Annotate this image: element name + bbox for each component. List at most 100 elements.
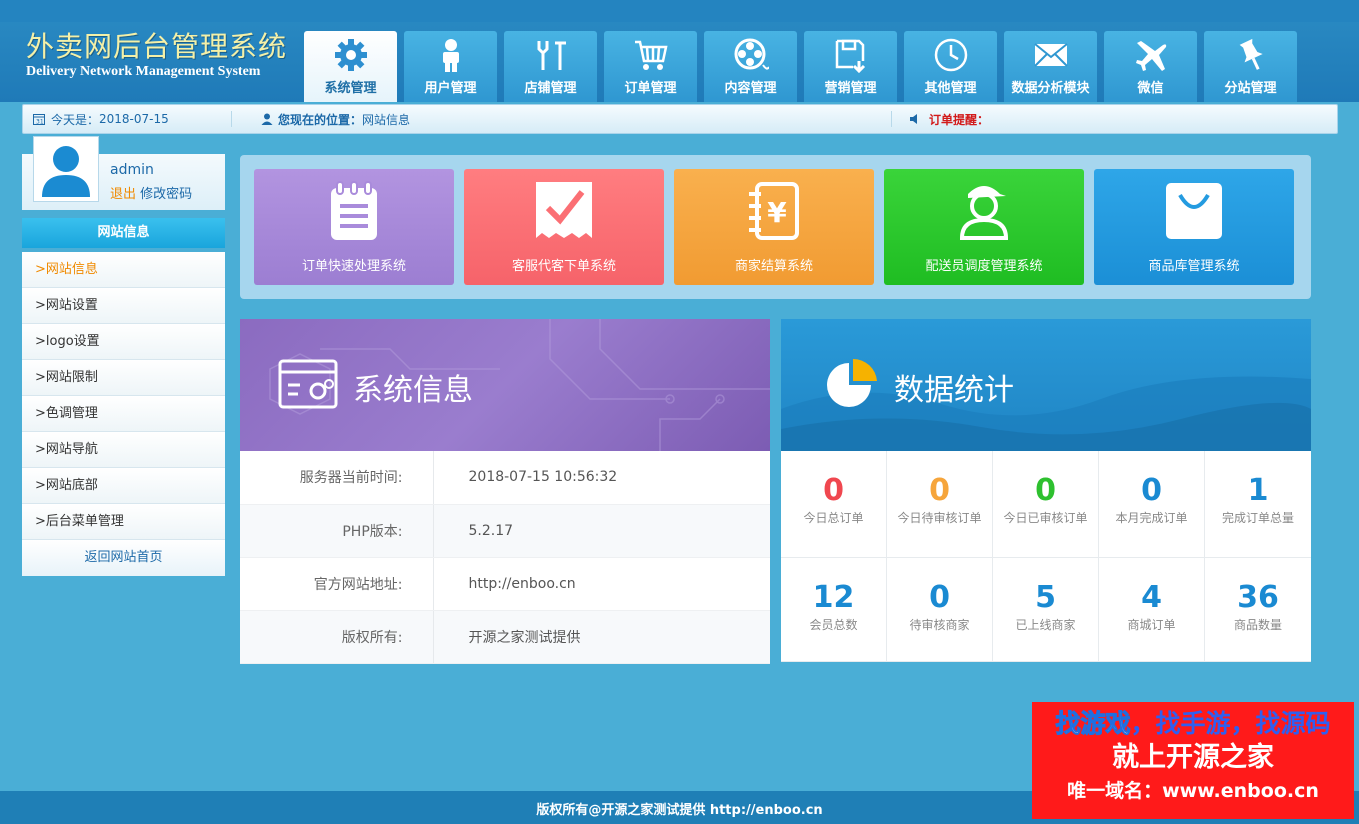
nav-marketing-management[interactable]: 营销管理 [804, 31, 897, 102]
nav-wechat[interactable]: 微信 [1104, 31, 1197, 102]
nav-label: 其他管理 [924, 81, 977, 96]
tile-order-quick-processing[interactable]: 订单快速处理系统 [254, 169, 454, 285]
data-stats-title: 数据统计 [894, 373, 1014, 408]
nav-label: 营销管理 [824, 81, 877, 96]
back-to-site-link[interactable]: 返回网站首页 [22, 540, 225, 576]
stat-mall-orders[interactable]: 4 商城订单 [1099, 558, 1205, 662]
stat-value: 0 [823, 473, 844, 508]
save-disk-icon [831, 37, 871, 73]
stat-total-members[interactable]: 12 会员总数 [781, 558, 887, 662]
stat-value: 0 [929, 580, 950, 615]
nav-label: 店铺管理 [524, 81, 577, 96]
promo-line-1-rest: ，找手游，找源码 [1130, 709, 1331, 738]
avatar [33, 136, 99, 202]
stat-label: 待审核商家 [909, 618, 970, 632]
current-location: 您现在的位置： 网站信息 [261, 105, 410, 133]
sidebar-item-site-restrictions[interactable]: >网站限制 [22, 360, 225, 396]
promo-line-3: 唯一域名：www.enboo.cn [1067, 780, 1319, 802]
calendar-icon: 31 [33, 114, 45, 126]
footer-copyright: 版权所有@开源之家测试提供 http://enboo.cn [536, 803, 823, 818]
stat-label: 商品数量 [1233, 618, 1282, 632]
promo-line-1: 找游戏，找手游，找源码 [1032, 708, 1354, 740]
nav-content-management[interactable]: 内容管理 [704, 31, 797, 102]
sidebar-item-site-footer[interactable]: >网站底部 [22, 468, 225, 504]
promo-line-1-highlight: 找游戏 [1055, 709, 1131, 739]
nav-label: 数据分析模块 [1011, 81, 1090, 96]
stat-value: 0 [929, 473, 950, 508]
table-row: 官方网站地址: http://enboo.cn [240, 557, 770, 611]
sidebar-item-color-management[interactable]: >色调管理 [22, 396, 225, 432]
stat-label: 已上线商家 [1015, 618, 1076, 632]
logo[interactable]: 外卖网后台管理系统 Delivery Network Management Sy… [26, 30, 287, 80]
row-value: http://enboo.cn [433, 557, 770, 611]
airplane-icon [1131, 37, 1171, 73]
stat-total-completed-orders[interactable]: 1 完成订单总量 [1205, 451, 1311, 558]
envelope-icon [1031, 37, 1071, 73]
user-name: admin [110, 162, 154, 178]
stat-month-completed-orders[interactable]: 0 本月完成订单 [1099, 451, 1205, 558]
location-value[interactable]: 网站信息 [362, 111, 410, 128]
stat-pending-merchants[interactable]: 0 待审核商家 [887, 558, 993, 662]
sidebar-item-logo-settings[interactable]: >logo设置 [22, 324, 225, 360]
nav-order-management[interactable]: 订单管理 [604, 31, 697, 102]
sidebar-title: 网站信息 [22, 218, 225, 248]
logo-title-cn: 外卖网后台管理系统 [26, 30, 288, 63]
today-date: 31 今天是： 2018-07-15 [33, 105, 169, 133]
system-info-panel: 系统信息 服务器当前时间: 2018-07-15 10:56:32 PHP版本: 5… [240, 319, 770, 664]
change-password-link[interactable]: 修改密码 [140, 187, 192, 202]
order-alert: 订单提醒： [909, 105, 989, 133]
sidebar-item-admin-menu[interactable]: >后台菜单管理 [22, 504, 225, 540]
stat-today-total-orders[interactable]: 0 今日总订单 [781, 451, 887, 558]
stat-value: 4 [1141, 580, 1162, 615]
yen-notebook-icon: ¥ [744, 179, 804, 243]
stat-today-approved-orders[interactable]: 0 今日已审核订单 [993, 451, 1099, 558]
tile-product-library[interactable]: 商品库管理系统 [1094, 169, 1294, 285]
svg-text:31: 31 [36, 119, 44, 126]
pie-chart-icon [821, 355, 881, 419]
stat-value: 0 [1141, 473, 1162, 508]
tile-merchant-settlement[interactable]: ¥ 商家结算系统 [674, 169, 874, 285]
stat-product-count[interactable]: 36 商品数量 [1205, 558, 1311, 662]
logout-link[interactable]: 退出 [110, 187, 136, 202]
stat-value: 1 [1247, 473, 1269, 508]
nav-shop-management[interactable]: 店铺管理 [504, 31, 597, 102]
notepad-icon [324, 179, 384, 243]
tile-label: 客服代客下单系统 [511, 259, 616, 274]
tile-courier-dispatch[interactable]: 配送员调度管理系统 [884, 169, 1084, 285]
nav-data-analysis[interactable]: 数据分析模块 [1004, 31, 1097, 102]
stat-label: 今日总订单 [803, 511, 864, 525]
stat-today-pending-orders[interactable]: 0 今日待审核订单 [887, 451, 993, 558]
stat-label: 完成订单总量 [1221, 511, 1294, 525]
stat-value: 36 [1237, 580, 1279, 615]
promo-banner[interactable]: 找游戏，找手游，找源码 就上开源之家 唯一域名：www.enboo.cn [1032, 702, 1354, 819]
courier-icon [954, 179, 1014, 243]
tile-customer-order[interactable]: 客服代客下单系统 [464, 169, 664, 285]
gear-icon [331, 37, 371, 73]
stats-grid: 0 今日总订单 0 今日待审核订单 0 今日已审核订单 0 本月完成订单 1 完成订单总量… [781, 451, 1311, 662]
header-top-strip [0, 0, 1359, 22]
stat-value: 12 [812, 580, 855, 615]
nav-other-management[interactable]: 其他管理 [904, 31, 997, 102]
sidebar-item-site-info[interactable]: >网站信息 [22, 252, 225, 288]
row-value: 5.2.17 [433, 504, 770, 558]
table-row: 服务器当前时间: 2018-07-15 10:56:32 [240, 451, 770, 505]
nav-system-management[interactable]: 系统管理 [304, 31, 397, 102]
quick-tiles-panel: 订单快速处理系统 客服代客下单系统 ¥ 商家结算系统 配送员调度管理系统 商品库… [240, 155, 1311, 299]
clock-icon [931, 37, 971, 73]
stat-value: 0 [1035, 473, 1056, 508]
nav-substation-management[interactable]: 分站管理 [1204, 31, 1297, 102]
divider [891, 111, 892, 127]
nav-label: 微信 [1137, 81, 1164, 96]
nav-user-management[interactable]: 用户管理 [404, 31, 497, 102]
sidebar-item-site-settings[interactable]: >网站设置 [22, 288, 225, 324]
sidebar-item-site-navigation[interactable]: >网站导航 [22, 432, 225, 468]
stat-value: 5 [1035, 580, 1056, 615]
tools-icon [531, 37, 571, 73]
user-avatar-icon [42, 146, 90, 197]
receipt-check-icon [534, 179, 594, 243]
stat-label: 本月完成订单 [1115, 511, 1188, 525]
stat-online-merchants[interactable]: 5 已上线商家 [993, 558, 1099, 662]
location-label: 您现在的位置： [278, 112, 363, 127]
stat-label: 会员总数 [809, 618, 858, 632]
row-value: 2018-07-15 10:56:32 [433, 451, 770, 505]
